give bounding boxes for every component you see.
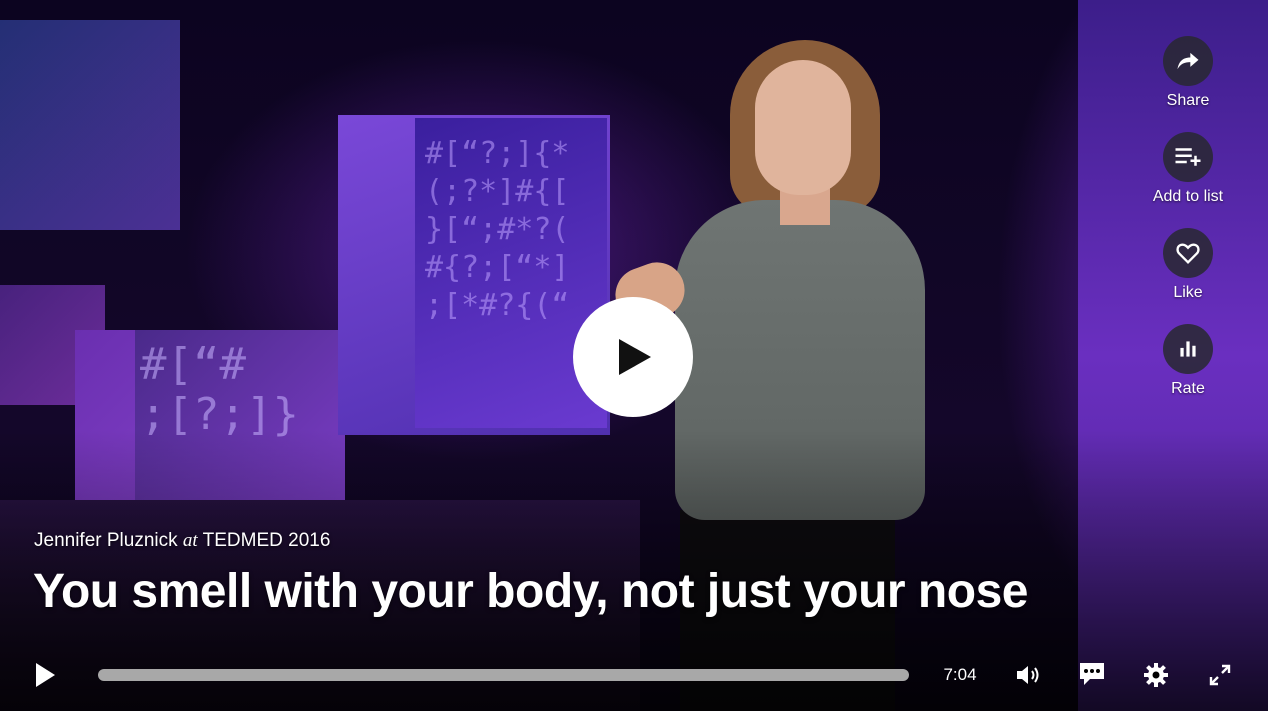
volume-icon <box>1017 666 1039 684</box>
rate-button[interactable]: Rate <box>1138 324 1238 398</box>
rate-label: Rate <box>1171 380 1205 397</box>
duration-label: 7:04 <box>943 665 977 684</box>
at-word: at <box>182 530 198 551</box>
progress-bar[interactable] <box>98 669 909 681</box>
play-icon <box>36 663 55 687</box>
volume-button[interactable] <box>1012 660 1044 690</box>
heart-icon <box>1176 243 1200 264</box>
byline: Jennifer Pluznick at TEDMED 2016 <box>34 530 330 552</box>
video-player[interactable]: #[“?;]{* (;?*]#{[ }[“;#*?( #{?;[“*] ;[*#… <box>0 0 1268 711</box>
captions-icon <box>1080 663 1104 685</box>
add-to-list-label: Add to list <box>1152 188 1224 205</box>
action-column: Share Add to list Like Rate <box>1138 36 1238 420</box>
captions-button[interactable] <box>1076 658 1108 690</box>
talk-title: You smell with your body, not just your … <box>33 565 1028 618</box>
like-button[interactable]: Like <box>1138 228 1238 302</box>
fullscreen-icon <box>1209 664 1231 686</box>
gear-icon <box>1144 663 1168 687</box>
stage-pattern: #[“# ;[?;]} <box>140 339 299 440</box>
stage-panel <box>0 20 180 230</box>
speaker-name: Jennifer Pluznick <box>34 530 178 551</box>
bar-chart-icon <box>1180 341 1196 357</box>
play-icon <box>619 339 651 375</box>
stage-pattern: #[“?;]{* (;?*]#{[ }[“;#*?( #{?;[“*] ;[*#… <box>425 136 570 323</box>
like-label: Like <box>1173 284 1203 301</box>
settings-button[interactable] <box>1140 659 1172 691</box>
fullscreen-button[interactable] <box>1204 659 1236 691</box>
add-to-list-button[interactable]: Add to list <box>1138 132 1238 206</box>
share-button[interactable]: Share <box>1138 36 1238 110</box>
share-label: Share <box>1166 92 1210 109</box>
play-button[interactable] <box>28 660 62 690</box>
control-bar: 7:04 <box>0 650 1268 700</box>
share-icon <box>1177 52 1199 70</box>
big-play-button[interactable] <box>573 297 693 417</box>
event-name: TEDMED 2016 <box>202 530 331 551</box>
playlist-add-icon <box>1175 148 1201 166</box>
